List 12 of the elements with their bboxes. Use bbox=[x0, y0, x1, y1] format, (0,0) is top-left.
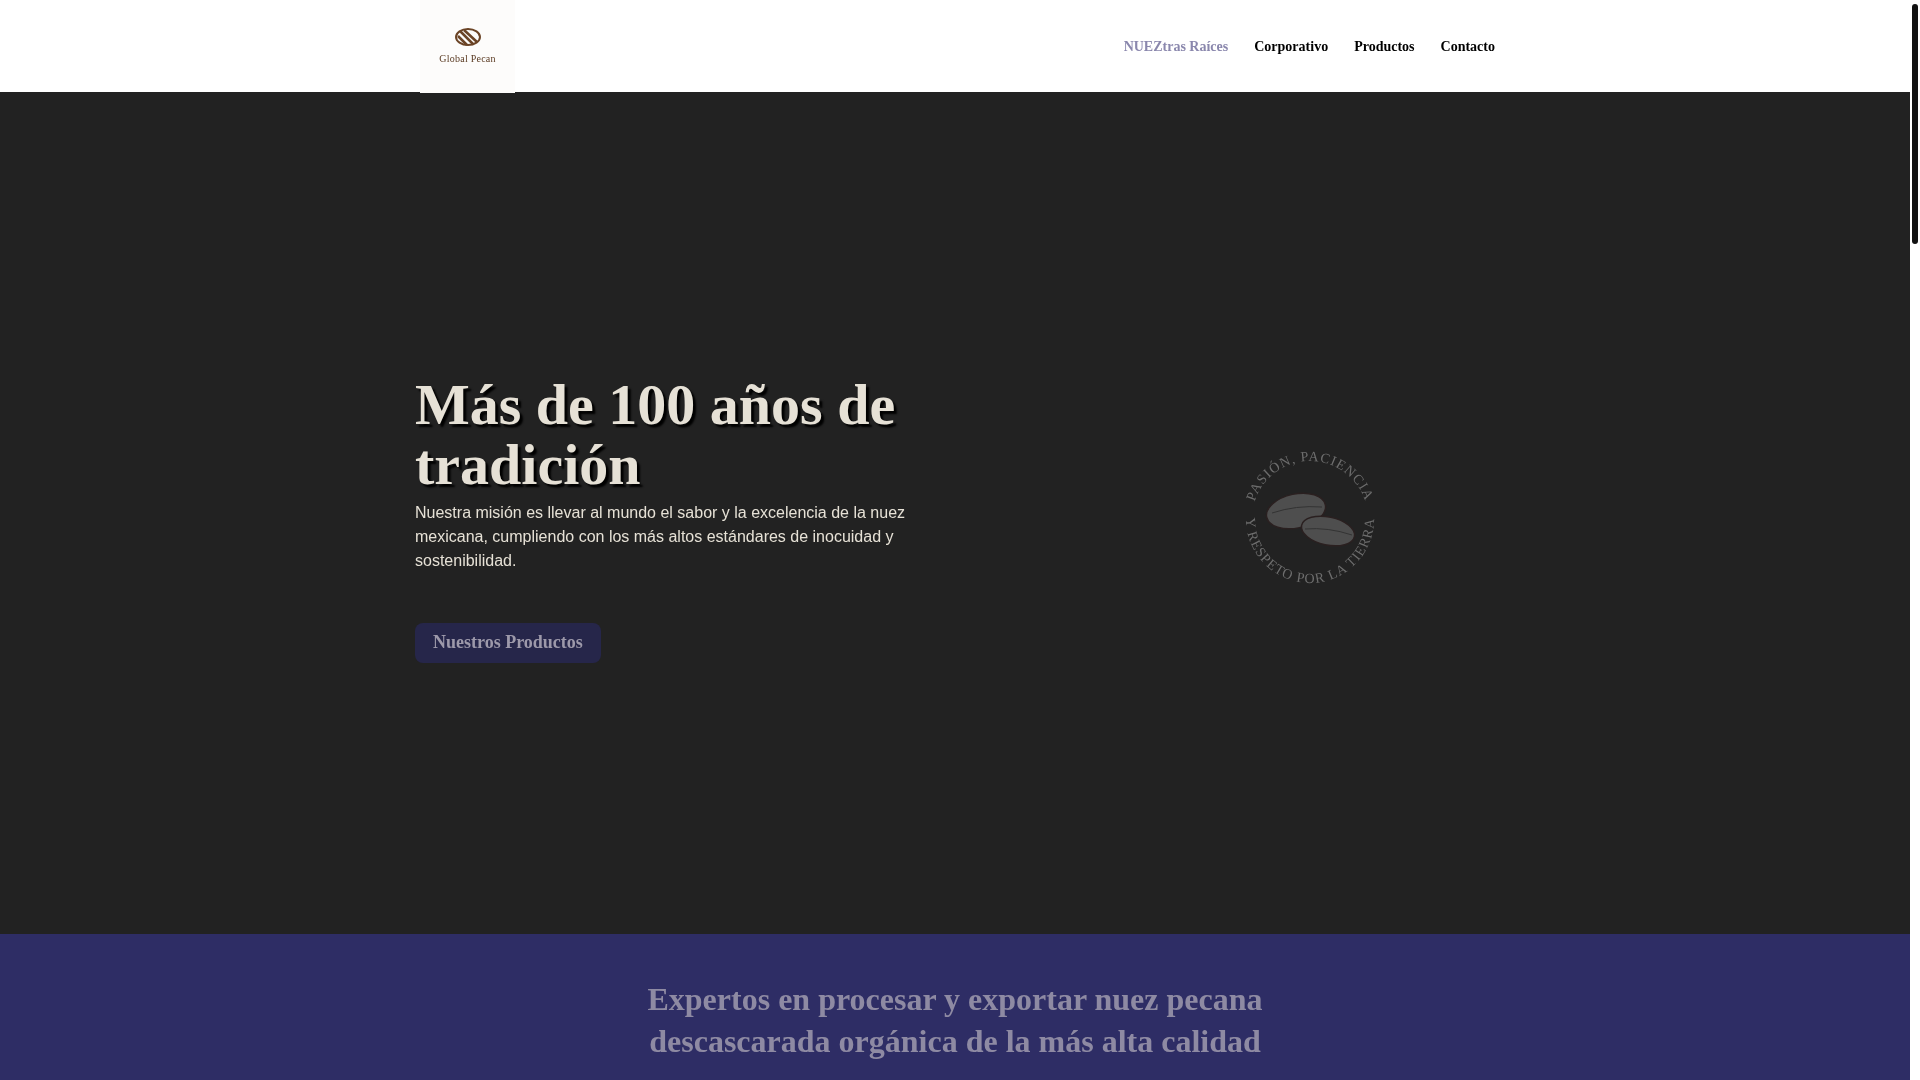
scrollbar[interactable] bbox=[1912, 4, 1918, 244]
pecan-logo-icon bbox=[454, 26, 481, 47]
nav-link[interactable]: Corporativo bbox=[1254, 35, 1329, 57]
hero-text: Nuestra misión es llevar al mundo el sabor y la excelencia de la nuez mexicana, cumpliendo con los más altos estándares de inocuidad y sostenibilidad. bbox=[415, 502, 907, 571]
nav-link[interactable]: NUEZtras Raíces bbox=[1123, 35, 1229, 57]
logo-text: Global Pecan bbox=[439, 51, 496, 66]
nav-link[interactable]: Productos bbox=[1354, 35, 1415, 57]
hero-title: Más de 100 años de tradición bbox=[415, 374, 897, 495]
logo[interactable]: Global Pecan bbox=[420, 0, 515, 93]
nav-link[interactable]: Contacto bbox=[1440, 35, 1495, 57]
products-button[interactable]: Nuestros Productos bbox=[415, 622, 601, 663]
section-heading: Expertos en procesar y exportar nuez pecana descascarada orgánica de la más alta calidad bbox=[646, 980, 1264, 1061]
